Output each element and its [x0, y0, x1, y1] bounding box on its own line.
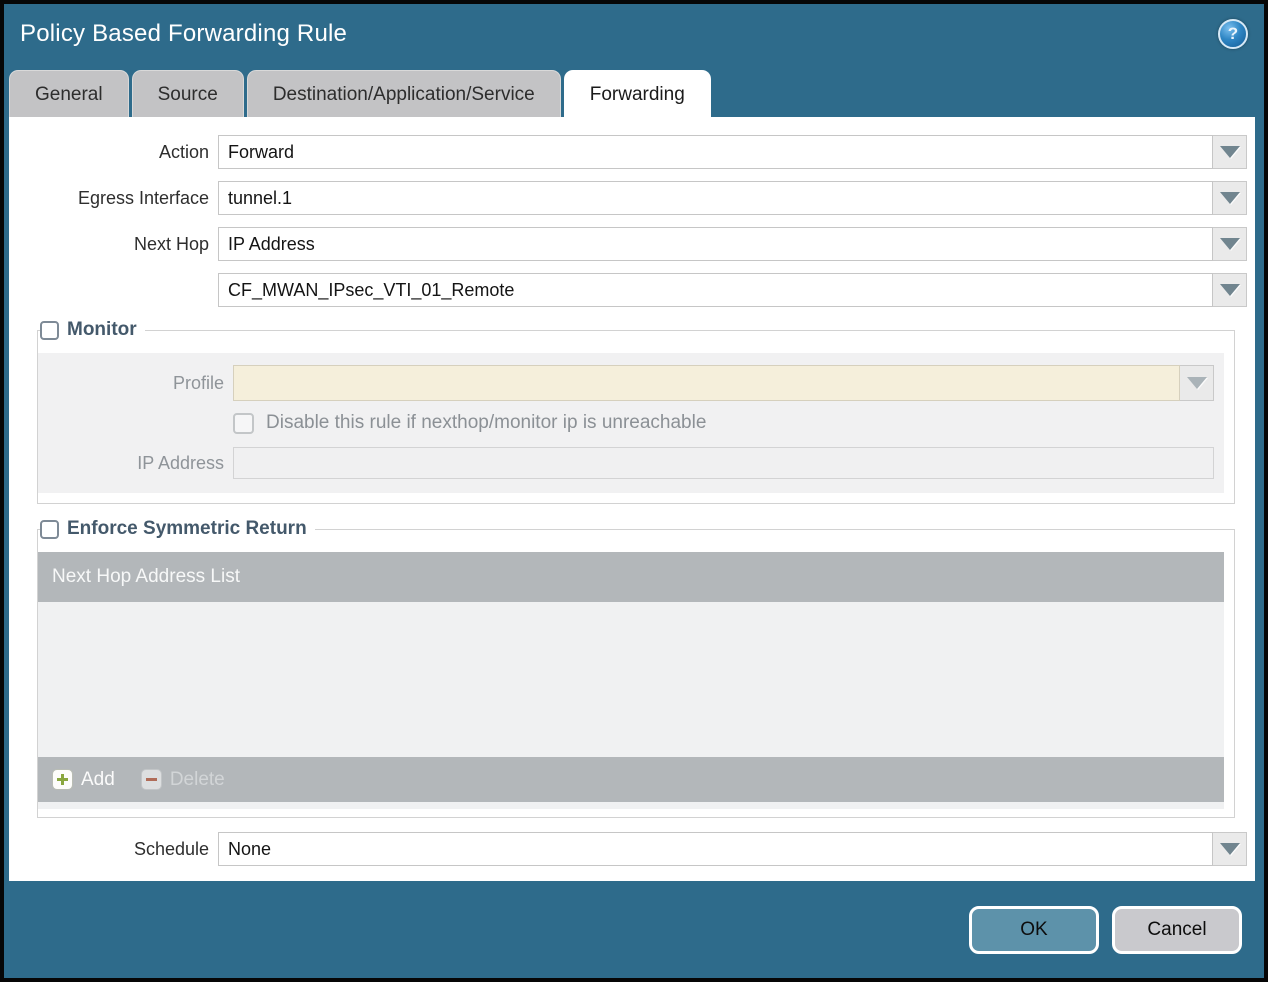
egress-interface-dropdown-button[interactable] — [1213, 181, 1247, 215]
action-select[interactable]: Forward — [218, 135, 1213, 169]
policy-based-forwarding-dialog: Policy Based Forwarding Rule ? General S… — [0, 0, 1268, 982]
minus-icon — [140, 769, 162, 790]
delete-button: Delete — [140, 768, 225, 791]
next-hop-address-select[interactable]: CF_MWAN_IPsec_VTI_01_Remote — [218, 273, 1213, 307]
chevron-down-icon — [1219, 284, 1240, 296]
chevron-down-icon — [1219, 192, 1240, 204]
egress-interface-select[interactable]: tunnel.1 — [218, 181, 1213, 215]
enforce-symmetric-return-checkbox[interactable] — [40, 519, 59, 539]
profile-dropdown-button — [1180, 365, 1214, 401]
enforce-symmetric-return-legend: Enforce Symmetric Return — [40, 518, 315, 540]
chevron-down-icon — [1219, 843, 1240, 855]
next-hop-label: Next Hop — [133, 233, 209, 254]
monitor-label: Monitor — [67, 319, 137, 340]
monitor-section: Monitor Profile Disable this rule if nex… — [37, 319, 1235, 504]
schedule-label: Schedule — [133, 838, 209, 859]
schedule-select[interactable]: None — [218, 832, 1213, 866]
action-row: Action Forward — [9, 135, 1247, 169]
table-bottom-strip — [38, 802, 1224, 809]
next-hop-address-dropdown-button[interactable] — [1213, 273, 1247, 307]
tab-forwarding[interactable]: Forwarding — [563, 70, 711, 117]
egress-interface-row: Egress Interface tunnel.1 — [9, 181, 1247, 215]
monitor-panel: Profile Disable this rule if nexthop/mon… — [38, 353, 1224, 493]
action-dropdown-button[interactable] — [1213, 135, 1247, 169]
schedule-dropdown-button[interactable] — [1213, 832, 1247, 866]
next-hop-address-row: CF_MWAN_IPsec_VTI_01_Remote — [9, 273, 1247, 307]
dialog-footer: OK Cancel — [4, 881, 1264, 978]
add-button[interactable]: Add — [52, 769, 115, 791]
ok-button[interactable]: OK — [969, 905, 1099, 954]
add-button-label: Add — [81, 768, 115, 790]
next-hop-type-select[interactable]: IP Address — [218, 227, 1213, 261]
next-hop-address-list-toolbar: Add Delete — [38, 757, 1224, 802]
chevron-down-icon — [1219, 146, 1240, 158]
plus-icon — [52, 769, 73, 790]
next-hop-type-dropdown-button[interactable] — [1213, 227, 1247, 261]
monitor-legend: Monitor — [40, 319, 145, 341]
chevron-down-icon — [1219, 238, 1240, 250]
help-icon[interactable]: ? — [1218, 19, 1248, 49]
disable-rule-checkbox — [233, 412, 254, 434]
profile-select — [233, 365, 1180, 401]
tab-general[interactable]: General — [9, 70, 129, 117]
monitor-ip-address-input — [233, 447, 1214, 479]
disable-rule-row: Disable this rule if nexthop/monitor ip … — [38, 412, 1224, 434]
chevron-down-icon — [1186, 377, 1207, 389]
action-label: Action — [158, 141, 209, 162]
next-hop-address-list-body[interactable] — [38, 602, 1224, 757]
next-hop-address-list-table: Next Hop Address List Add Delete — [38, 552, 1224, 802]
enforce-symmetric-return-label: Enforce Symmetric Return — [67, 518, 307, 539]
tab-destination-application-service[interactable]: Destination/Application/Service — [246, 70, 561, 117]
dialog-titlebar: Policy Based Forwarding Rule ? — [4, 4, 1264, 64]
enforce-symmetric-return-section: Enforce Symmetric Return Next Hop Addres… — [37, 518, 1235, 818]
dialog-title: Policy Based Forwarding Rule — [20, 20, 348, 47]
profile-row: Profile — [38, 365, 1224, 401]
next-hop-address-list-header: Next Hop Address List — [38, 552, 1224, 602]
tab-source[interactable]: Source — [131, 70, 244, 117]
monitor-ip-address-row: IP Address — [38, 447, 1224, 479]
monitor-ip-address-label: IP Address — [137, 452, 224, 473]
monitor-checkbox[interactable] — [40, 320, 59, 340]
tab-bar: General Source Destination/Application/S… — [4, 64, 1264, 117]
profile-label: Profile — [172, 372, 224, 393]
egress-interface-label: Egress Interface — [77, 187, 209, 208]
next-hop-row: Next Hop IP Address — [9, 227, 1247, 261]
forwarding-tab-panel: Action Forward Egress Interface tunnel.1… — [9, 117, 1255, 881]
cancel-button[interactable]: Cancel — [1112, 905, 1242, 954]
disable-rule-label: Disable this rule if nexthop/monitor ip … — [266, 412, 707, 433]
delete-button-label: Delete — [169, 768, 225, 790]
schedule-row: Schedule None — [9, 832, 1247, 866]
